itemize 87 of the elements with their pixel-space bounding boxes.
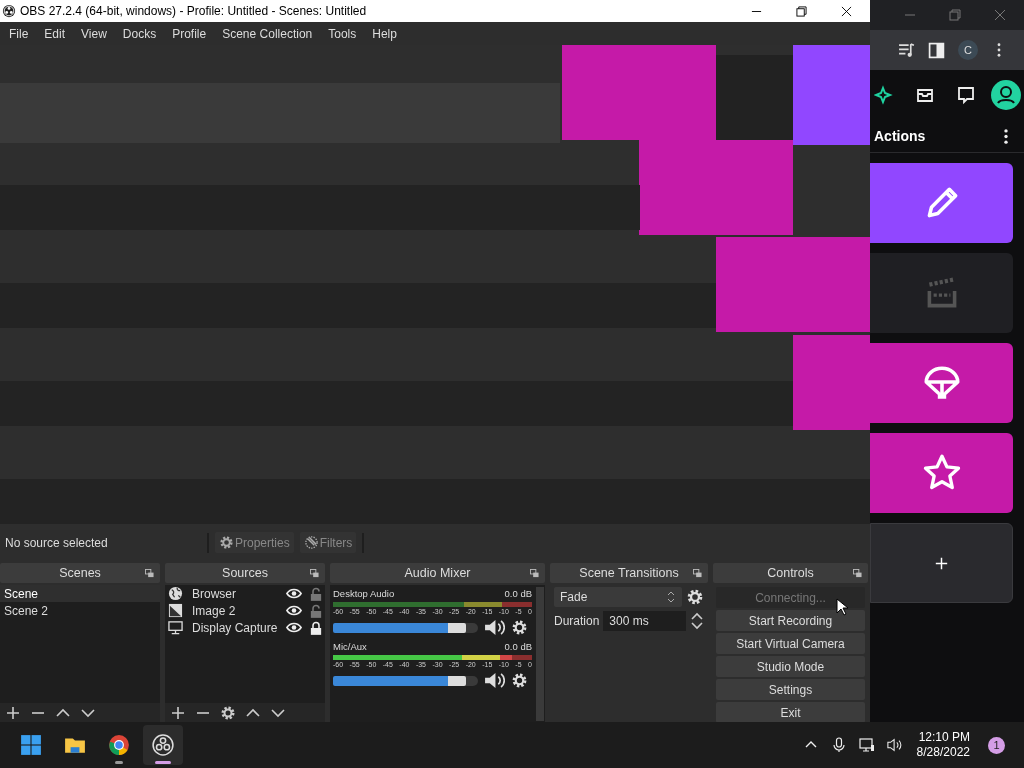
source-item[interactable]: Browser	[192, 586, 286, 601]
action-tile[interactable]	[870, 433, 1013, 513]
more-icon[interactable]	[997, 43, 1001, 57]
more-icon[interactable]	[1004, 128, 1008, 144]
gear-icon[interactable]	[511, 672, 528, 689]
volume-icon[interactable]	[886, 737, 903, 753]
add-icon	[935, 556, 948, 570]
channel-reading: 0.0 dB	[504, 588, 532, 600]
media-icon[interactable]	[898, 41, 915, 59]
control-button[interactable]: Exit	[716, 702, 865, 723]
scene-item[interactable]: Scene 2	[0, 602, 160, 619]
window-title: OBS 27.2.4 (64-bit, windows) - Profile: Untitled - Scenes: Untitled	[20, 4, 367, 18]
duration-label: Duration	[554, 614, 600, 628]
speaker-icon[interactable]	[484, 619, 505, 636]
maximize-icon[interactable]	[796, 5, 807, 17]
obs-icon	[152, 734, 174, 756]
undock-icon[interactable]	[693, 569, 702, 578]
monitor-icon	[168, 620, 183, 635]
dock-header: Scenes	[0, 563, 160, 583]
control-button[interactable]: Start Virtual Camera	[716, 633, 865, 654]
chrome-icon	[108, 734, 130, 756]
sparkle-icon[interactable]	[874, 85, 894, 105]
gear-icon[interactable]	[686, 588, 704, 606]
undock-icon[interactable]	[530, 569, 539, 578]
image-icon	[168, 603, 183, 618]
microphone-icon[interactable]	[830, 737, 847, 753]
filters-button[interactable]: Filters	[299, 532, 357, 553]
action-tile[interactable]	[870, 163, 1013, 243]
eye-icon[interactable]	[286, 605, 302, 616]
undock-icon[interactable]	[145, 569, 154, 578]
menu-item[interactable]: Profile	[164, 26, 215, 41]
speaker-icon[interactable]	[484, 672, 505, 689]
gear-icon[interactable]	[511, 619, 528, 636]
menu-item[interactable]: Docks	[114, 26, 165, 41]
dock-header: Controls	[713, 563, 868, 583]
dock-header: Sources	[165, 563, 325, 583]
channel-reading: 0.0 dB	[504, 641, 532, 653]
channel-name: Desktop Audio	[333, 588, 395, 600]
action-tile[interactable]	[870, 523, 1013, 603]
undock-icon[interactable]	[310, 569, 319, 578]
add-icon[interactable]	[170, 705, 186, 721]
transition-dropdown[interactable]: Fade	[554, 587, 682, 607]
cursor-icon	[836, 598, 848, 616]
sidebar-icon[interactable]	[928, 41, 945, 59]
taskbar-app[interactable]	[143, 725, 183, 765]
dock-header: Audio Mixer	[330, 563, 545, 583]
control-button[interactable]: Studio Mode	[716, 656, 865, 677]
source-item[interactable]: Image 2	[192, 603, 286, 618]
control-button[interactable]: Start Recording	[716, 610, 865, 631]
menu-item[interactable]: Scene Collection	[214, 26, 321, 41]
source-item[interactable]: Display Capture	[192, 620, 286, 635]
lock-icon[interactable]	[310, 620, 322, 635]
network-icon[interactable]	[858, 737, 875, 753]
restore-icon[interactable]	[949, 9, 961, 21]
profile-avatar[interactable]: C	[958, 40, 978, 60]
action-tile[interactable]	[870, 253, 1013, 333]
add-icon[interactable]	[5, 705, 21, 721]
properties-button[interactable]: Properties	[215, 532, 294, 553]
section-title: Actions	[874, 128, 926, 144]
spinner-icon	[666, 590, 676, 604]
chat-icon[interactable]	[956, 85, 976, 105]
menu-item[interactable]: Edit	[36, 26, 74, 41]
stepper-icon[interactable]	[690, 611, 704, 631]
close-icon[interactable]	[841, 5, 852, 17]
undock-icon[interactable]	[853, 569, 862, 578]
action-tile[interactable]	[870, 343, 1013, 423]
filter-icon	[303, 535, 319, 550]
duration-field[interactable]: 300 ms	[603, 611, 686, 631]
status-text: No source selected	[5, 535, 109, 550]
scrollbar[interactable]	[536, 587, 544, 721]
channel-name: Mic/Aux	[333, 641, 367, 653]
windows-icon	[20, 734, 42, 756]
gear-icon	[219, 535, 234, 550]
scene-item[interactable]: Scene	[0, 585, 160, 602]
dock-header: Scene Transitions	[550, 563, 708, 583]
user-avatar[interactable]	[991, 80, 1021, 110]
globe-icon	[168, 586, 183, 601]
eye-icon[interactable]	[286, 588, 302, 599]
menu-item[interactable]: Help	[364, 26, 405, 41]
menu-item[interactable]: View	[73, 26, 115, 41]
menu-item[interactable]: Tools	[320, 26, 365, 41]
control-button[interactable]: Settings	[716, 679, 865, 700]
notification-badge[interactable]: 1	[988, 736, 1005, 754]
gear-icon[interactable]	[220, 705, 236, 721]
clock[interactable]: 12:10 PM 8/28/2022	[916, 730, 970, 760]
eye-icon[interactable]	[286, 622, 302, 633]
menu-item[interactable]: File	[1, 26, 37, 41]
